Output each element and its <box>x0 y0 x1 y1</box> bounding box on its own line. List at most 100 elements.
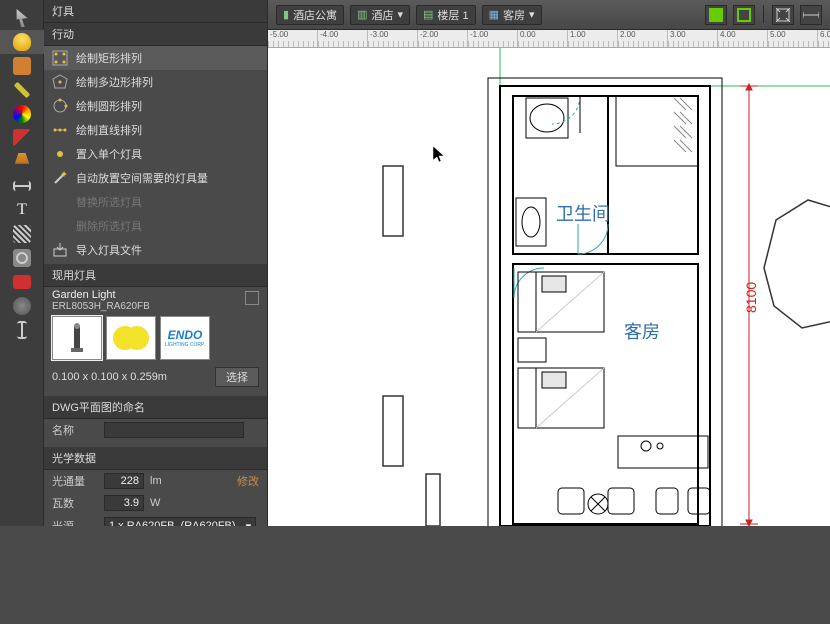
source-row: 光源 1 x RA620FB_(RA620FB) ▾ <box>44 514 267 526</box>
optics-header: 光学数据 <box>44 447 267 470</box>
single-icon <box>52 146 68 162</box>
tool-bar-red[interactable] <box>0 270 44 294</box>
tool-colorwheel[interactable] <box>0 102 44 126</box>
thumb-3d[interactable] <box>52 316 102 360</box>
current-fixture-header: 现用灯具 <box>44 264 267 287</box>
flux-label: 光通量 <box>52 473 98 489</box>
watt-row: 瓦数 W <box>44 492 267 514</box>
tool-text[interactable]: T <box>0 198 44 222</box>
action-label: 绘制多边形排列 <box>76 74 153 90</box>
action-import[interactable]: 导入灯具文件 <box>44 238 267 262</box>
ruler-horizontal: -5.00 -4.00 -3.00 -2.00 -1.00 0.00 1.00 … <box>268 30 830 48</box>
wand-icon <box>52 170 68 186</box>
view-fill-btn[interactable] <box>705 5 727 25</box>
main-area: ▮ 酒店公寓 ▥ 酒店 ▾ ▤ 楼层 1 ▦ 客房 ▾ -5.00 -4.00 … <box>268 0 830 526</box>
crumb-label: 楼层 1 <box>437 7 468 23</box>
action-label: 导入灯具文件 <box>76 242 142 258</box>
rect-array-icon <box>52 50 68 66</box>
brand-text: ENDO <box>168 328 203 342</box>
tool-wavy[interactable] <box>0 222 44 246</box>
action-label: 自动放置空间需要的灯具量 <box>76 170 208 186</box>
tool-light-bulb[interactable] <box>0 30 44 54</box>
tool-marker[interactable] <box>0 126 44 150</box>
dwg-name-label: 名称 <box>52 422 98 438</box>
action-delete: 删除所选灯具 <box>44 214 267 238</box>
source-select[interactable]: 1 x RA620FB_(RA620FB) ▾ <box>104 517 256 526</box>
tool-cursor[interactable] <box>0 6 44 30</box>
flux-input[interactable] <box>104 473 144 489</box>
bedroom-label: 客房 <box>624 322 660 342</box>
delete-icon <box>52 218 68 234</box>
replace-icon <box>52 194 68 210</box>
watt-unit: W <box>150 497 160 509</box>
zoom-extents-btn[interactable] <box>772 5 794 25</box>
fixture-dimensions-row: 0.100 x 0.100 x 0.259m 选择 <box>44 364 267 390</box>
action-label: 替换所选灯具 <box>76 194 142 210</box>
building-icon: ▥ <box>357 8 367 21</box>
watt-input[interactable] <box>104 495 144 511</box>
catalog-icon[interactable] <box>245 291 259 305</box>
tool-dimension-h[interactable] <box>0 174 44 198</box>
modify-link[interactable]: 修改 <box>237 473 259 489</box>
action-replace: 替换所选灯具 <box>44 190 267 214</box>
action-circle-array[interactable]: 绘制圆形排列 <box>44 94 267 118</box>
tool-furniture[interactable] <box>0 54 44 78</box>
thumb-brand[interactable]: ENDO LIGHTING CORP. <box>160 316 210 360</box>
fixture-thumbs: ENDO LIGHTING CORP. <box>52 316 259 360</box>
action-label: 绘制矩形排列 <box>76 50 142 66</box>
view-outline-btn[interactable] <box>733 5 755 25</box>
action-rect-array[interactable]: 绘制矩形排列 <box>44 46 267 70</box>
crumb-label: 酒店公寓 <box>293 7 337 23</box>
action-poly-array[interactable]: 绘制多边形排列 <box>44 70 267 94</box>
top-view-icons <box>705 5 822 25</box>
dim-vertical: 8100 <box>743 282 759 313</box>
crumb-label: 酒店 <box>371 7 393 23</box>
action-line-array[interactable]: 绘制直线排列 <box>44 118 267 142</box>
source-value: 1 x RA620FB_(RA620FB) <box>109 520 236 526</box>
crumb-project[interactable]: ▮ 酒店公寓 <box>276 5 344 25</box>
action-single[interactable]: 置入单个灯具 <box>44 142 267 166</box>
crumb-room[interactable]: ▦ 客房 ▾ <box>482 5 542 25</box>
tool-measure[interactable] <box>0 78 44 102</box>
crumb-label: 客房 <box>503 7 525 23</box>
floorplan-svg: 8100 卫生间 客房 <box>268 48 830 526</box>
top-bar: ▮ 酒店公寓 ▥ 酒店 ▾ ▤ 楼层 1 ▦ 客房 ▾ <box>268 0 830 30</box>
action-label: 置入单个灯具 <box>76 146 142 162</box>
dwg-name-row: 名称 <box>44 419 267 441</box>
tool-pin[interactable] <box>0 294 44 318</box>
dwg-name-input[interactable] <box>104 422 244 438</box>
import-icon <box>52 242 68 258</box>
thumb-photometric[interactable] <box>106 316 156 360</box>
chevron-down-icon: ▾ <box>529 8 535 21</box>
chevron-down-icon: ▾ <box>246 520 252 527</box>
line-array-icon <box>52 122 68 138</box>
select-button[interactable]: 选择 <box>215 367 259 387</box>
crumb-building[interactable]: ▥ 酒店 ▾ <box>350 5 410 25</box>
panel-title: 灯具 <box>44 0 267 23</box>
left-toolbar: T <box>0 0 44 526</box>
canvas[interactable]: 8100 卫生间 客房 <box>268 48 830 526</box>
fixture-card: Garden Light ERL8053H_RA620FB ENDO LIGHT… <box>44 287 267 364</box>
floor-icon: ▤ <box>423 8 433 21</box>
fixture-name: Garden Light <box>52 289 259 301</box>
watt-label: 瓦数 <box>52 495 98 511</box>
action-label: 删除所选灯具 <box>76 218 142 234</box>
measure-btn[interactable] <box>800 5 822 25</box>
flux-unit: lm <box>150 475 162 487</box>
flux-row: 光通量 lm 修改 <box>44 470 267 492</box>
tool-camera[interactable] <box>0 246 44 270</box>
fixture-model: ERL8053H_RA620FB <box>52 301 259 312</box>
action-label: 绘制直线排列 <box>76 122 142 138</box>
source-label: 光源 <box>52 518 98 526</box>
fixture-dimensions: 0.100 x 0.100 x 0.259m <box>52 371 167 383</box>
project-icon: ▮ <box>283 8 289 21</box>
poly-array-icon <box>52 74 68 90</box>
chevron-down-icon: ▾ <box>397 8 403 21</box>
room-icon: ▦ <box>489 8 499 21</box>
circle-array-icon <box>52 98 68 114</box>
side-panel: 灯具 行动 绘制矩形排列 绘制多边形排列 绘制圆形排列 绘制直线排列 置入单个灯… <box>44 0 268 526</box>
tool-lamp[interactable] <box>0 150 44 174</box>
tool-dimension-v[interactable] <box>0 318 44 342</box>
crumb-floor[interactable]: ▤ 楼层 1 <box>416 5 476 25</box>
action-auto[interactable]: 自动放置空间需要的灯具量 <box>44 166 267 190</box>
